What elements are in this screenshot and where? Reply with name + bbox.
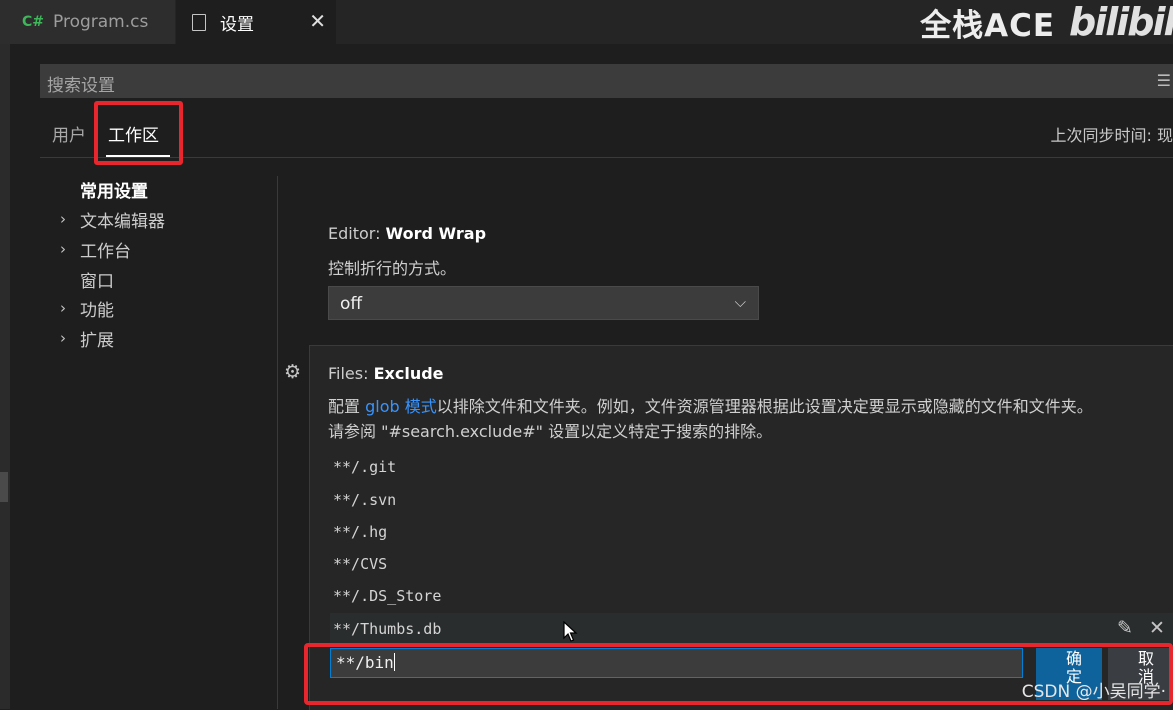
list-item-hovered[interactable]: [330, 613, 1173, 644]
csdn-watermark: CSDN @小吴同学·: [1021, 682, 1166, 702]
chevron-right-icon: ›: [60, 210, 66, 228]
video-watermark: 全栈ACE bilibili: [920, 0, 1173, 44]
tab-label: 设置: [220, 14, 254, 35]
toc-item-label: 扩展: [80, 330, 114, 351]
setting-description-line2: 请参阅 "#search.exclude#" 设置以定义特定于搜索的排除。: [328, 422, 773, 441]
list-item[interactable]: **/.svn: [333, 491, 396, 509]
toc-item-label: 文本编辑器: [80, 211, 165, 232]
word-wrap-select[interactable]: off ⌵: [328, 286, 759, 320]
toc-item-window[interactable]: 窗口: [60, 266, 260, 292]
select-value: off: [340, 294, 363, 314]
list-item[interactable]: **/Thumbs.db: [333, 620, 441, 638]
toc-item-label: 常用设置: [80, 181, 148, 202]
settings-search-input[interactable]: 搜索设置 ☰: [40, 64, 1173, 98]
sync-status: 上次同步时间: 现: [1050, 126, 1173, 145]
toc-item-label: 功能: [80, 300, 114, 321]
list-item[interactable]: **/.hg: [333, 523, 387, 541]
chevron-down-icon: ⌵: [734, 293, 746, 311]
tab-program-cs[interactable]: C# Program.cs: [0, 0, 175, 44]
edit-pencil-icon[interactable]: ✎: [1117, 617, 1133, 639]
setting-title-word-wrap: Editor: Word Wrap: [328, 224, 487, 243]
glob-pattern-link[interactable]: glob 模式: [365, 397, 437, 416]
list-item[interactable]: **/.DS_Store: [333, 587, 441, 605]
toc-divider: [277, 176, 278, 709]
activity-bar: [0, 44, 10, 709]
toc-item-label: 窗口: [80, 271, 114, 292]
toc-item-common[interactable]: 常用设置: [60, 176, 260, 202]
remove-item-icon[interactable]: ✕: [1149, 617, 1165, 639]
file-icon: [192, 13, 206, 31]
gear-icon[interactable]: ⚙: [284, 361, 301, 383]
setting-description: 配置 glob 模式以排除文件和文件夹。例如，文件资源管理器根据此设置决定要显示…: [328, 397, 1093, 416]
highlight-box-workspace: [94, 101, 183, 165]
divider: [40, 157, 1173, 158]
list-item[interactable]: **/CVS: [333, 555, 387, 573]
list-item[interactable]: **/.git: [333, 458, 396, 476]
tab-user-settings[interactable]: 用户: [52, 121, 86, 146]
toc-item-text-editor[interactable]: › 文本编辑器: [60, 206, 260, 232]
search-placeholder: 搜索设置: [47, 76, 115, 96]
bilibili-logo-icon: bilibili: [1069, 0, 1173, 44]
watermark-brand: 全栈ACE: [920, 7, 1055, 44]
filter-list-icon[interactable]: ☰: [1157, 71, 1171, 90]
tab-label: Program.cs: [53, 12, 149, 32]
toc-item-label: 工作台: [80, 241, 131, 262]
csharp-file-icon: C#: [22, 14, 45, 30]
mouse-cursor-icon: [563, 621, 578, 642]
toc-item-workbench[interactable]: › 工作台: [60, 236, 260, 262]
chevron-right-icon: ›: [60, 240, 66, 258]
toc-item-extensions[interactable]: › 扩展: [60, 325, 260, 351]
chevron-right-icon: ›: [60, 299, 66, 317]
chevron-right-icon: ›: [60, 329, 66, 347]
toc-item-features[interactable]: › 功能: [60, 295, 260, 321]
tab-settings[interactable]: 设置 ✕: [176, 0, 336, 44]
close-icon[interactable]: ✕: [309, 9, 326, 33]
setting-description: 控制折行的方式。: [328, 259, 457, 278]
editor-tab-bar: C# Program.cs 设置 ✕ 全栈ACE bilibili: [0, 0, 1173, 44]
activity-indicator: [0, 472, 8, 502]
setting-title-files-exclude: Files: Exclude: [328, 364, 444, 383]
